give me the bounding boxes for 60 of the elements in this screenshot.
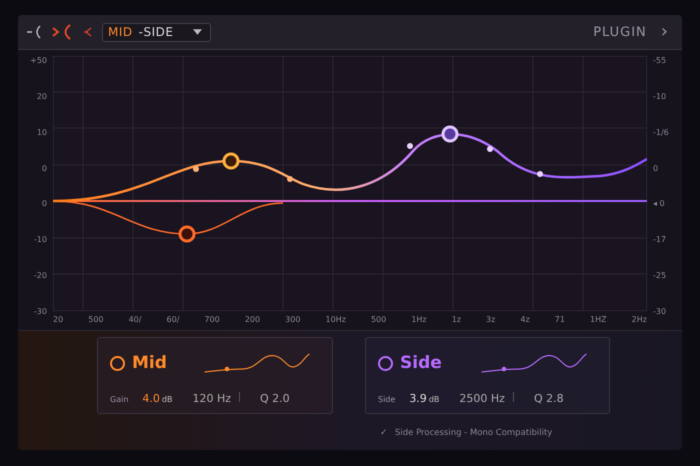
axis-label: 1Hz: [411, 315, 427, 326]
band-handle[interactable]: [442, 126, 458, 142]
axis-label: 300: [285, 315, 300, 326]
axis-label: -10: [653, 92, 666, 101]
axis-label: 40/: [128, 315, 142, 326]
curve-point[interactable]: [407, 143, 413, 149]
axis-label: 0: [653, 164, 658, 173]
checkbox[interactable]: ✓: [380, 428, 389, 438]
axis-label: 10: [36, 128, 47, 137]
axis-label: 500: [370, 315, 386, 326]
next-button[interactable]: ›: [660, 23, 668, 41]
unit-label: dB: [428, 395, 440, 404]
axis-label: 0: [42, 199, 47, 208]
caret-icon: [193, 29, 202, 35]
band-toggle[interactable]: [378, 356, 393, 370]
axis-label: -1/6: [653, 128, 669, 137]
axis-label: 4z: [520, 315, 530, 326]
axis-label: 0: [42, 164, 47, 173]
band-handle[interactable]: [222, 152, 240, 170]
axis-label: -20: [34, 271, 47, 280]
unit-label: dB: [162, 395, 172, 404]
axis-label: ◂ 0: [653, 199, 665, 208]
curve-point[interactable]: [537, 171, 543, 177]
axis-label: -30: [653, 306, 666, 316]
axis-label: 500: [88, 315, 104, 326]
axis-label: +50: [30, 56, 47, 65]
gain-value: 3.9: [409, 392, 427, 405]
axis-label: -25: [653, 271, 666, 280]
q-value: Q 2.0: [260, 392, 290, 405]
axis-label: -55: [653, 56, 666, 65]
axis-label: 1HZ: [590, 315, 607, 326]
axis-label: 20: [53, 315, 64, 326]
band-title: Mid: [132, 353, 167, 373]
axis-label: -17: [653, 235, 666, 244]
band-handle[interactable]: [178, 226, 196, 242]
axis-label: 10Hz: [326, 315, 346, 326]
curve-point[interactable]: [487, 146, 493, 152]
axis-label: 20: [36, 92, 47, 101]
mode-dropdown[interactable]: MID -SIDE: [102, 22, 212, 42]
axis-label: 2Hz: [632, 315, 647, 326]
frequency-value: 2500 Hz: [459, 392, 505, 405]
axis-label: 3z: [486, 315, 496, 326]
axis-label: 71: [554, 315, 565, 326]
axis-label: 700: [204, 315, 220, 326]
band-title: Side: [400, 353, 442, 373]
plugin-label[interactable]: PLUGIN: [593, 24, 647, 40]
band-toggle[interactable]: [110, 356, 125, 370]
option-label: Side Processing - Mono Compatibility: [395, 428, 552, 438]
axis-label: 60/: [166, 315, 180, 326]
value-label: Side: [378, 395, 396, 404]
axis-label: -10: [34, 235, 47, 244]
axis-label: -30: [34, 306, 47, 316]
gain-value: 4.0: [142, 392, 160, 405]
curve-point[interactable]: [287, 176, 293, 182]
value-label: Gain: [110, 395, 128, 404]
curve-point[interactable]: [193, 166, 199, 172]
q-value: Q 2.8: [534, 392, 564, 405]
frequency-value: 120 Hz: [192, 392, 232, 405]
axis-label: 200: [244, 315, 260, 326]
axis-label: 1z: [452, 315, 461, 326]
